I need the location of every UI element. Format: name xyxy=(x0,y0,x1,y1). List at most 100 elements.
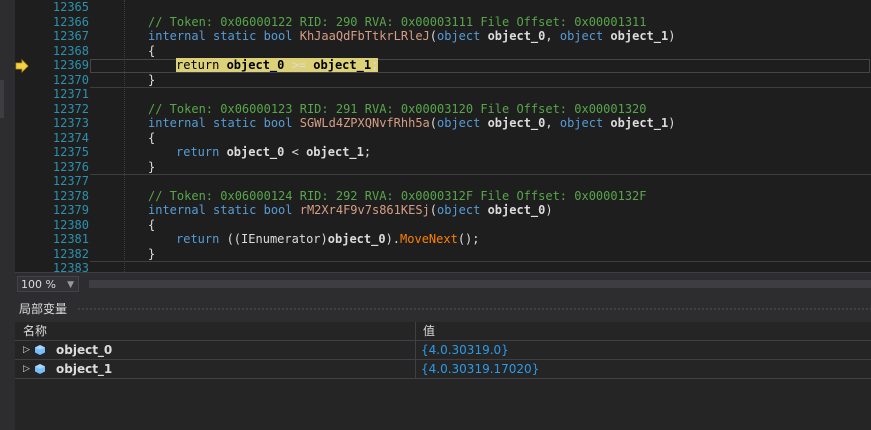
code-brace: } xyxy=(148,160,156,174)
code-text: return object_0 >= object_1; xyxy=(176,58,379,72)
line-number: 12382 xyxy=(52,247,89,261)
line-number: 12373 xyxy=(52,116,89,130)
statement: return object_0 < object_1; xyxy=(176,145,371,159)
chevron-down-icon: ▼ xyxy=(67,280,74,290)
line-number: 12376 xyxy=(52,160,89,174)
code-text: return object_0 < object_1; xyxy=(176,145,371,159)
code-text: } xyxy=(148,247,155,261)
code-brace: } xyxy=(148,247,156,261)
panel-title-text: 局部变量 xyxy=(19,302,68,316)
code-text: { xyxy=(148,44,155,58)
code-line[interactable]: 12366 // Token: 0x06000122 RID: 290 RVA: … xyxy=(15,15,871,29)
locals-row[interactable]: ▷ object_0 {4.0.30319.0} xyxy=(15,341,871,360)
code-line[interactable]: 12375 return object_0 < object_1; xyxy=(15,145,871,159)
code-editor[interactable]: 12365 12366 // Token: 0x06000122 RID: 290 … xyxy=(15,0,871,272)
line-number: 12366 xyxy=(52,15,89,29)
line-number: 12374 xyxy=(52,131,89,145)
zoom-dropdown[interactable]: 100 % ▼ xyxy=(17,276,79,292)
code-punct: ; xyxy=(371,58,379,72)
code-line[interactable]: 12374 { xyxy=(15,131,871,145)
code-punct: ) xyxy=(320,232,328,246)
code-punct: ( xyxy=(429,203,437,217)
code-brace: { xyxy=(148,131,156,145)
code-line[interactable]: 12370} xyxy=(15,73,871,87)
code-punct: ; xyxy=(363,145,372,159)
code-keyword: object xyxy=(437,116,481,130)
code-operator: < xyxy=(291,145,299,159)
code-text: // Token: 0x06000124 RID: 292 RVA: 0x000… xyxy=(148,189,647,203)
method-call: MoveNext xyxy=(400,232,458,246)
line-number: 12368 xyxy=(52,44,89,58)
line-number: 12381 xyxy=(52,232,89,246)
locals-panel-title[interactable]: 局部变量 xyxy=(15,296,871,322)
code-brace: { xyxy=(148,44,156,58)
code-punct: ) xyxy=(545,203,553,217)
current-statement-highlight: return object_0 >= object_1; xyxy=(176,58,379,72)
code-punct: ) xyxy=(668,116,676,130)
code-comment: // Token: 0x06000123 RID: 291 RVA: 0x000… xyxy=(148,102,647,116)
column-header-name[interactable]: 名称 xyxy=(23,322,47,340)
expand-triangle-icon[interactable]: ▷ xyxy=(23,341,30,359)
local-name: object_0 xyxy=(56,343,113,357)
code-keyword: internal static bool xyxy=(148,203,300,217)
local-value[interactable]: {4.0.30319.0} xyxy=(421,341,509,359)
param-name: object_1 xyxy=(603,29,669,43)
line-number: 12370 xyxy=(52,73,89,87)
local-value[interactable]: {4.0.30319.17020} xyxy=(421,360,539,378)
code-keyword: object xyxy=(437,203,481,217)
code-line[interactable]: 12369 return object_0 >= object_1; xyxy=(15,58,871,72)
code-text: // Token: 0x06000122 RID: 290 RVA: 0x000… xyxy=(148,15,647,29)
code-line[interactable]: 12378 // Token: 0x06000124 RID: 292 RVA: … xyxy=(15,189,871,203)
locals-panel: 局部变量 名称 值 ▷ object_0 {4.0.30319.0} ▷ obj… xyxy=(15,296,871,430)
code-line[interactable]: 12380 { xyxy=(15,218,871,232)
code-text: return ((IEnumerator)object_0).MoveNext(… xyxy=(176,232,480,246)
code-punct: ) xyxy=(668,29,676,43)
line-number: 12380 xyxy=(52,218,89,232)
code-line[interactable]: 12367 internal static bool KhJaaQdFbTtkrL… xyxy=(15,29,871,43)
line-number: 12379 xyxy=(52,203,89,217)
code-keyword: internal static bool xyxy=(148,29,300,43)
expand-triangle-icon[interactable]: ▷ xyxy=(23,360,30,378)
code-keyword: return xyxy=(176,58,220,72)
code-comment: // Token: 0x06000122 RID: 290 RVA: 0x000… xyxy=(148,15,647,29)
code-line[interactable]: 12379 internal static bool rM2Xr4F9v7s861… xyxy=(15,203,871,217)
line-number: 12377 xyxy=(52,174,89,188)
code-keyword: object xyxy=(559,29,604,43)
code-punct: (( xyxy=(219,232,242,246)
column-divider[interactable] xyxy=(415,322,416,340)
panel-grip[interactable] xyxy=(77,307,871,311)
line-number: 12378 xyxy=(52,189,89,203)
column-divider xyxy=(415,341,416,359)
code-text: internal static bool SGWLd4ZPXQNvfRhh5a(… xyxy=(148,116,675,130)
code-line[interactable]: 12383 xyxy=(15,261,871,272)
code-punct: , xyxy=(545,29,560,43)
code-brace: } xyxy=(148,73,156,87)
param-name: object_1 xyxy=(603,116,669,130)
code-line[interactable]: 12376} xyxy=(15,160,871,174)
local-name: object_1 xyxy=(56,362,113,376)
code-punct: ). xyxy=(385,232,401,246)
code-keyword: return xyxy=(176,232,220,246)
code-line[interactable]: 12368 { xyxy=(15,44,871,58)
code-text: internal static bool rM2Xr4F9v7s861KESj(… xyxy=(148,203,553,217)
code-text: { xyxy=(148,131,155,145)
method-separator xyxy=(90,174,871,175)
code-line[interactable]: 12365 xyxy=(15,0,871,14)
param-name: object_0 xyxy=(480,116,546,130)
type-name: IEnumerator xyxy=(241,232,321,246)
column-divider xyxy=(415,360,416,378)
editor-status-bar: 100 % ▼ xyxy=(15,272,871,296)
horizontal-scrollbar[interactable] xyxy=(89,280,871,288)
locals-row[interactable]: ▷ object_1 {4.0.30319.17020} xyxy=(15,360,871,379)
column-header-value[interactable]: 值 xyxy=(423,322,435,340)
code-line[interactable]: 12381 return ((IEnumerator)object_0).Move… xyxy=(15,232,871,246)
code-line[interactable]: 12373 internal static bool SGWLd4ZPXQNvfR… xyxy=(15,116,871,130)
code-text: internal static bool KhJaaQdFbTtkrLRleJ(… xyxy=(148,29,675,43)
code-line[interactable]: 12377 xyxy=(15,174,871,188)
code-line[interactable]: 12382} xyxy=(15,247,871,261)
code-line[interactable]: 12371 xyxy=(15,87,871,101)
param-name: object_0 xyxy=(480,203,546,217)
method-separator xyxy=(90,87,871,88)
object-icon xyxy=(35,345,45,355)
code-line[interactable]: 12372 // Token: 0x06000123 RID: 291 RVA: … xyxy=(15,102,871,116)
